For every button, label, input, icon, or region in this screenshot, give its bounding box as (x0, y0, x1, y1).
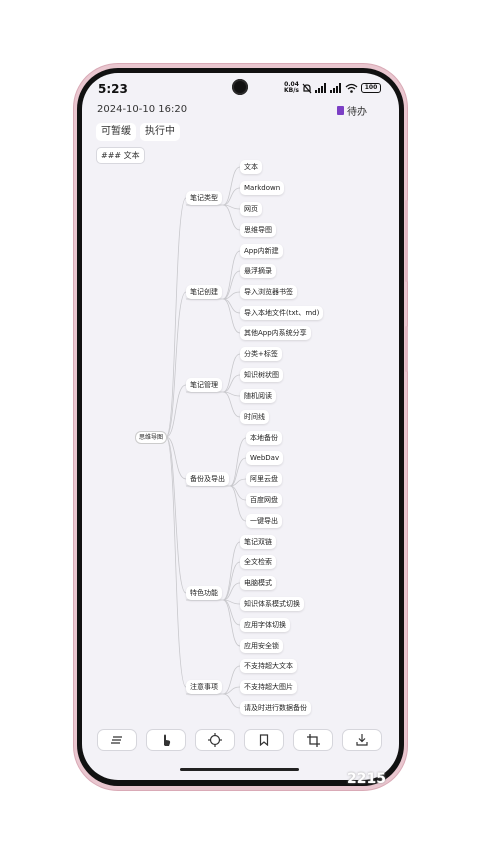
home-indicator[interactable] (180, 768, 299, 771)
branch-node[interactable]: 注意事项 (186, 680, 222, 694)
leaf-node[interactable]: 电脑模式 (240, 576, 276, 590)
leaf-node[interactable]: App内新建 (240, 244, 283, 258)
download-icon (356, 734, 368, 746)
leaf-node[interactable]: 百度网盘 (246, 493, 282, 507)
mind-map: 思维导图 笔记类型 文本 Markdown 网页 思维导图 笔记创建 App内新… (82, 73, 399, 780)
leaf-node[interactable]: Markdown (240, 181, 285, 195)
leaf-node[interactable]: 思维导图 (240, 223, 276, 237)
screen: 5:23 0.04 KB/s 100 2024-10-10 16:20 待办 可… (82, 73, 399, 780)
menu-lines-icon (111, 736, 122, 744)
leaf-node[interactable]: 知识树状图 (240, 368, 283, 382)
branch-node[interactable]: 笔记管理 (186, 378, 222, 392)
locate-button[interactable] (195, 729, 235, 751)
crop-button[interactable] (293, 729, 333, 751)
leaf-node[interactable]: 导入浏览器书签 (240, 285, 297, 299)
leaf-node[interactable]: 全文检索 (240, 555, 276, 569)
leaf-node[interactable]: 知识体系模式切换 (240, 597, 304, 611)
branch-node[interactable]: 特色功能 (186, 586, 222, 600)
leaf-node[interactable]: 请及时进行数据备份 (240, 701, 311, 715)
leaf-node[interactable]: 应用字体切换 (240, 618, 290, 632)
touch-hand-icon (164, 734, 171, 746)
branch-node[interactable]: 笔记类型 (186, 191, 222, 205)
mind-map-connectors (165, 166, 247, 709)
leaf-node[interactable]: 本地备份 (246, 431, 282, 445)
branch-node[interactable]: 备份及导出 (186, 472, 229, 486)
leaf-node[interactable]: 悬浮摘录 (240, 264, 276, 278)
leaf-node[interactable]: 分类+标签 (240, 347, 282, 361)
leaf-node[interactable]: WebDav (246, 451, 284, 465)
target-icon (208, 733, 222, 747)
leaf-node[interactable]: 应用安全锁 (240, 639, 283, 653)
menu-button[interactable] (97, 729, 137, 751)
leaf-node[interactable]: 阿里云盘 (246, 472, 282, 486)
mind-map-root[interactable]: 思维导图 (136, 432, 167, 443)
leaf-node[interactable]: 时间线 (240, 410, 269, 424)
leaf-node[interactable]: 网页 (240, 202, 262, 216)
leaf-node[interactable]: 不支持超大图片 (240, 680, 297, 694)
bookmark-icon (259, 734, 269, 746)
download-button[interactable] (342, 729, 382, 751)
branch-node[interactable]: 笔记创建 (186, 285, 222, 299)
leaf-node[interactable]: 其他App内系统分享 (240, 326, 311, 340)
volume-button (405, 200, 408, 282)
leaf-node[interactable]: 笔记双链 (240, 535, 276, 549)
bottom-toolbar (97, 729, 383, 751)
leaf-node[interactable]: 随机阅读 (240, 389, 276, 403)
bookmark-button[interactable] (244, 729, 284, 751)
leaf-node[interactable]: 文本 (240, 160, 262, 174)
power-button (405, 326, 408, 372)
leaf-node[interactable]: 导入本地文件(txt、md) (240, 306, 324, 320)
crop-icon (306, 733, 320, 747)
leaf-node[interactable]: 一键导出 (246, 514, 282, 528)
touch-mode-button[interactable] (146, 729, 186, 751)
watermark: 2215 (347, 771, 386, 787)
leaf-node[interactable]: 不支持超大文本 (240, 659, 297, 673)
